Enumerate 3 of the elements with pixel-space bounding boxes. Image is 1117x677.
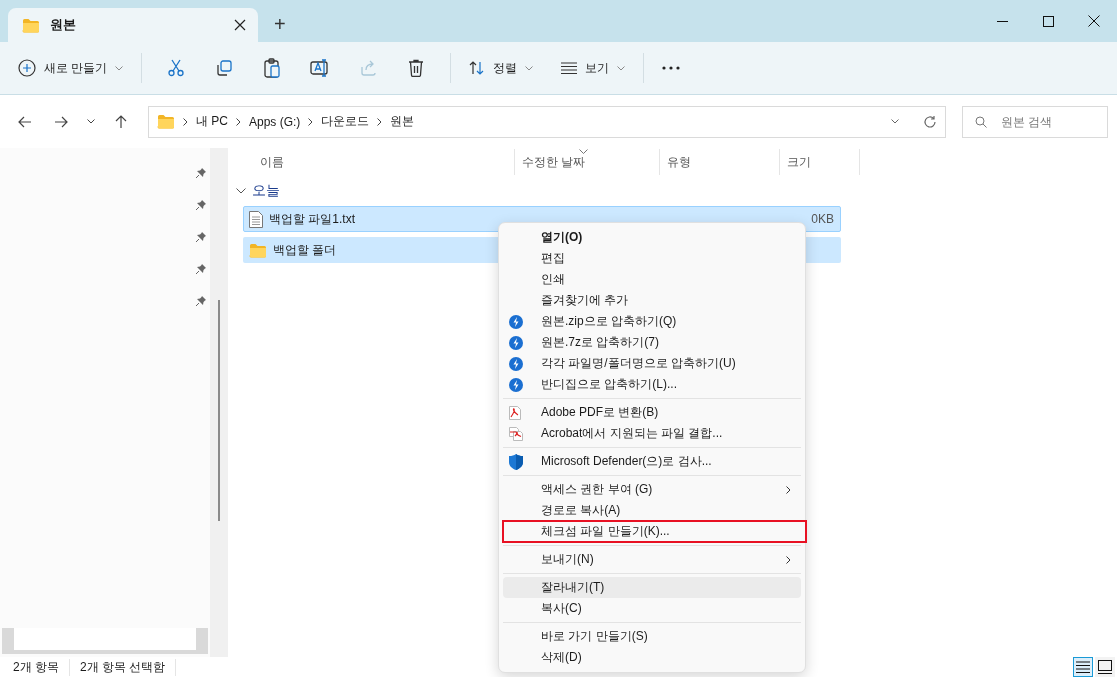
status-text: 2개 항목: [13, 658, 70, 676]
tab-title: 원본: [50, 16, 77, 34]
status-text: 2개 항목 선택함: [80, 658, 177, 676]
